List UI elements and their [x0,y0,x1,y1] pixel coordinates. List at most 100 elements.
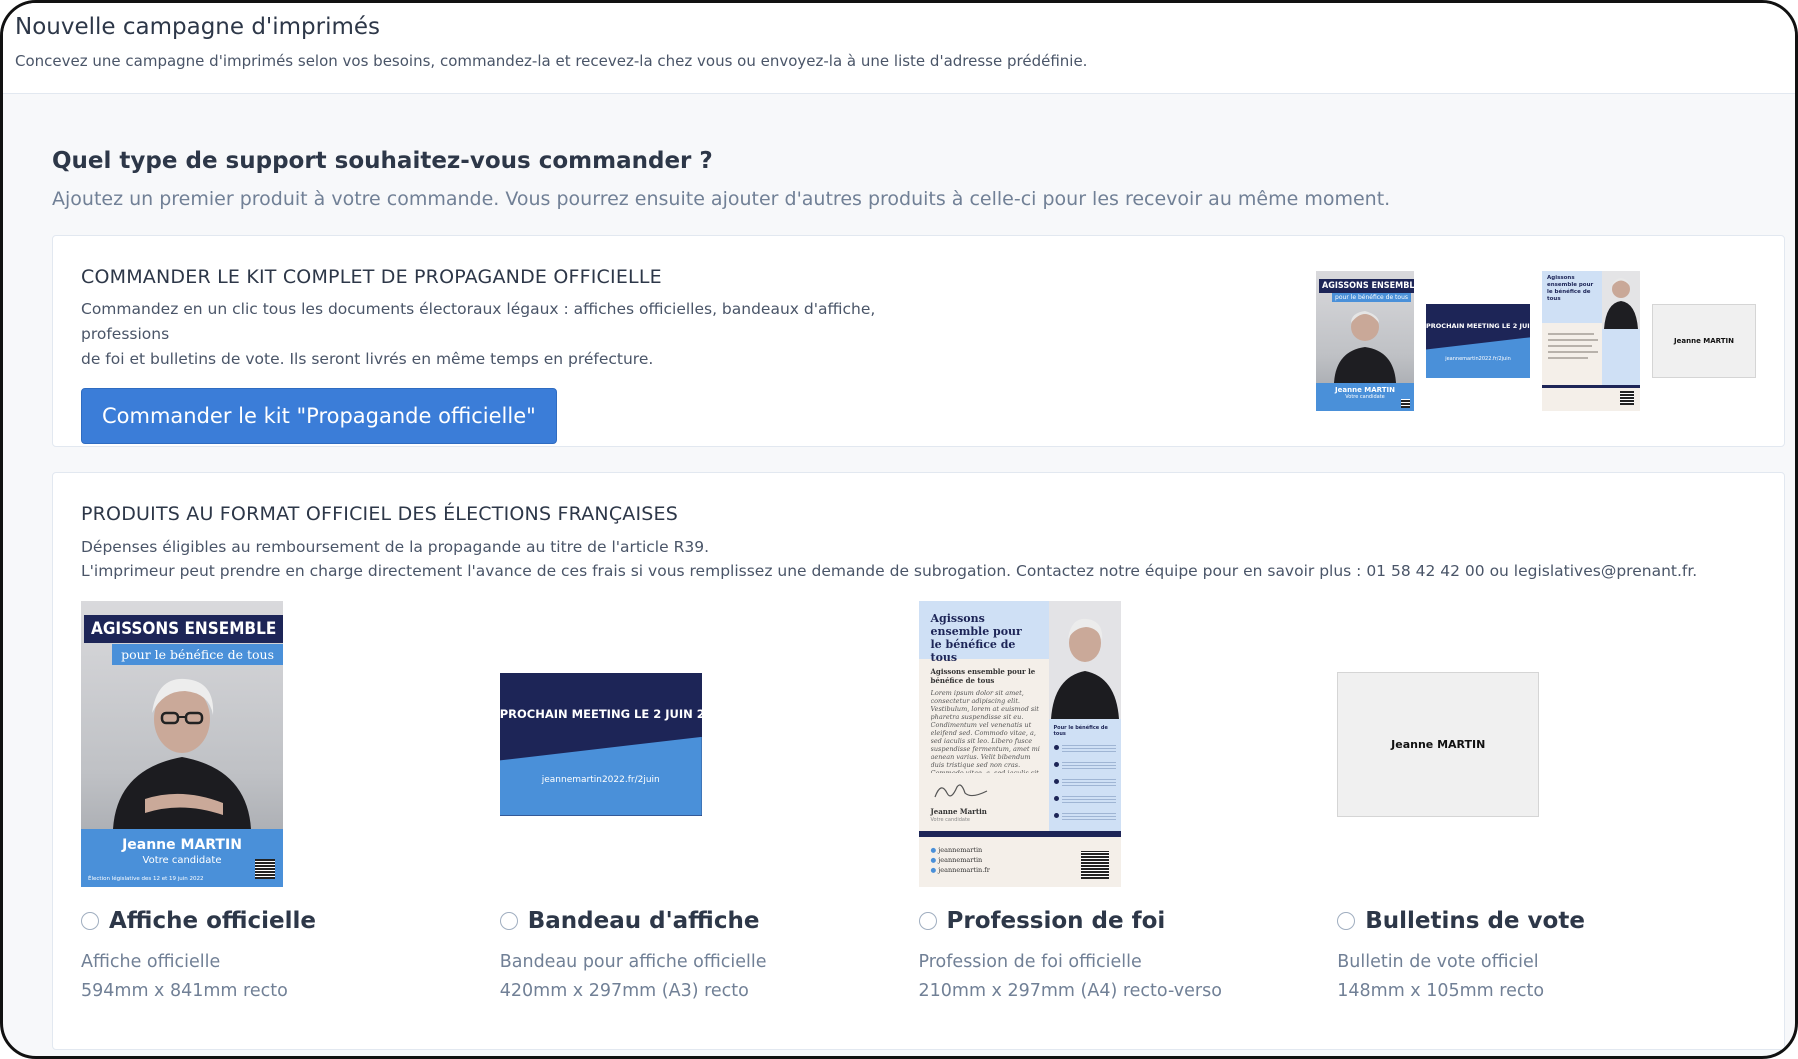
bandeau-url: jeannemartin2022.fr/2juin [541,774,660,785]
product-bandeau-affiche[interactable]: PROCHAIN MEETING LE 2 JUIN 2022 jeannema… [499,600,919,1006]
foi-body: Lorem ipsum dolor sit amet, consectetur … [930,689,1040,773]
main-content: Quel type de support souhaitez-vous comm… [3,94,1795,1050]
radio-affiche-officielle[interactable] [81,912,99,930]
product-name[interactable]: Bandeau d'affiche [528,908,760,934]
product-list: AGISSONS ENSEMBLE pour le bénéfice de to… [81,600,1756,1006]
product-size: 148mm x 105mm recto [1337,981,1545,1001]
text-line [1061,796,1116,804]
product-preview[interactable]: Jeanne MARTIN [1337,600,1756,888]
radio-profession-de-foi[interactable] [918,912,937,930]
signature-icon [933,784,987,798]
contact-dot-icon: ● [930,846,937,854]
kit-thumb-foi: Agissons ensemble pour le bénéfice de to… [1542,271,1640,411]
candidate-photo-icon [1602,271,1640,329]
product-description: Affiche officielle [81,952,221,972]
qr-code-icon [1401,399,1410,408]
foi-preview: Agissons ensemble pour le bénéfice de to… [918,601,1121,887]
thumb-poster-name: Jeanne MARTIN [1335,386,1395,394]
kit-thumbnails: AGISSONS ENSEMBLE pour le bénéfice de to… [1316,271,1756,411]
poster-headline: AGISSONS ENSEMBLE [84,615,283,643]
product-description: Profession de foi officielle [918,952,1142,972]
product-affiche-officielle[interactable]: AGISSONS ENSEMBLE pour le bénéfice de to… [81,600,500,1006]
product-name[interactable]: Bulletins de vote [1365,908,1585,934]
qr-code-icon [1080,851,1109,879]
foi-side-title: Pour le bénéfice de tous [1053,725,1108,737]
text-line [1548,357,1588,359]
text-line [1548,351,1598,353]
page-title: Nouvelle campagne d'imprimés [15,14,381,40]
text-line [1061,762,1116,770]
bullet-dot-icon [1053,796,1059,801]
page-header: Nouvelle campagne d'imprimés Concevez un… [3,3,1795,94]
product-details: Bandeau pour affiche officielle 420mm x … [500,948,919,1006]
official-products-title: PRODUITS AU FORMAT OFFICIEL DES ÉLECTION… [81,503,679,525]
text-line [1548,339,1598,341]
foi-contact-text: jeannemartin.fr [938,866,990,874]
radio-bulletins-de-vote[interactable] [1337,912,1356,930]
contact-dot-icon: ● [930,866,937,874]
bullet-dot-icon [1053,745,1059,750]
official-products-line1: Dépenses éligibles au remboursement de l… [81,538,709,556]
product-preview[interactable]: PROCHAIN MEETING LE 2 JUIN 2022 jeannema… [499,600,919,888]
product-details: Affiche officielle 594mm x 841mm recto [81,948,500,1006]
foi-bullet [1053,779,1116,787]
foi-divider [1542,385,1640,388]
question-subtitle: Ajoutez un premier produit à votre comma… [52,188,1391,210]
kit-description: Commandez en un clic tous les documents … [81,297,921,372]
official-products-card: PRODUITS AU FORMAT OFFICIEL DES ÉLECTION… [52,472,1785,1050]
foi-signature-name: Jeanne Martin [930,807,987,816]
candidate-photo-icon [1334,311,1396,383]
kit-description-line1: Commandez en un clic tous les documents … [81,300,876,343]
thumb-bandeau-url: jeannemartin2022.fr/2juin [1445,356,1511,362]
qr-code-icon [1620,391,1634,405]
contact-dot-icon: ● [930,856,937,864]
poster-tagline: pour le bénéfice de tous [112,644,283,665]
product-name[interactable]: Profession de foi [947,908,1166,934]
bullet-dot-icon [1053,779,1059,784]
product-size: 594mm x 841mm recto [81,981,288,1001]
app-window: Nouvelle campagne d'imprimés Concevez un… [0,0,1798,1059]
product-label[interactable]: Bandeau d'affiche [499,908,919,934]
product-name[interactable]: Affiche officielle [109,908,316,934]
official-products-description: Dépenses éligibles au remboursement de l… [81,535,1756,583]
text-line [1548,345,1592,347]
question-title: Quel type de support souhaitez-vous comm… [52,148,713,174]
bullet-dot-icon [1053,762,1059,767]
product-description: Bulletin de vote officiel [1337,952,1539,972]
bullet-dot-icon [1053,813,1059,818]
bulletin-preview: Jeanne MARTIN [1337,671,1540,817]
bandeau-preview: PROCHAIN MEETING LE 2 JUIN 2022 jeannema… [499,672,702,816]
bandeau-headline: PROCHAIN MEETING LE 2 JUIN 2022 [499,706,702,721]
foi-headline: Agissons ensemble pour le bénéfice de to… [918,601,1049,664]
thumb-poster-headline: AGISSONS ENSEMBLE [1319,279,1414,293]
page-subtitle: Concevez une campagne d'imprimés selon v… [15,52,1088,70]
foi-signature-role: Votre candidate [930,817,970,823]
text-line [1061,779,1116,787]
product-profession-de-foi[interactable]: Agissons ensemble pour le bénéfice de to… [918,600,1338,1006]
thumb-poster-tagline: pour le bénéfice de tous [1332,293,1411,302]
official-products-line2: L'imprimeur peut prendre en charge direc… [81,562,1698,580]
product-bulletins-de-vote[interactable]: Jeanne MARTIN Bulletins de vote Bulletin… [1337,600,1756,1006]
product-label[interactable]: Bulletins de vote [1337,908,1756,934]
qr-code-icon [255,859,275,879]
kit-thumb-bandeau: PROCHAIN MEETING LE 2 JUIN 2022 jeannema… [1426,304,1530,378]
product-preview[interactable]: Agissons ensemble pour le bénéfice de to… [918,600,1338,888]
product-label[interactable]: Profession de foi [918,908,1338,934]
product-label[interactable]: Affiche officielle [81,908,500,934]
foi-sidebar: Pour le bénéfice de tous [1048,719,1121,831]
foi-bullet [1053,796,1116,804]
product-size: 420mm x 297mm (A3) recto [499,981,749,1001]
text-line [1548,333,1594,335]
product-preview[interactable]: AGISSONS ENSEMBLE pour le bénéfice de to… [81,600,500,888]
foi-bullet [1053,745,1116,753]
foi-contact: ● jeannemartin.fr [931,865,990,875]
candidate-photo-icon [113,678,251,829]
foi-contacts: ● jeannemartin ● jeannemartin ● jeannema… [931,845,990,875]
foi-contact: ● jeannemartin [931,845,990,855]
order-kit-button[interactable]: Commander le kit "Propagande officielle" [81,388,557,444]
kit-description-line2: de foi et bulletins de vote. Ils seront … [81,350,654,368]
foi-bullet [1053,813,1116,821]
radio-bandeau-affiche[interactable] [499,912,518,930]
text-line [1061,813,1116,821]
thumb-bandeau-headline: PROCHAIN MEETING LE 2 JUIN 2022 [1426,322,1530,330]
